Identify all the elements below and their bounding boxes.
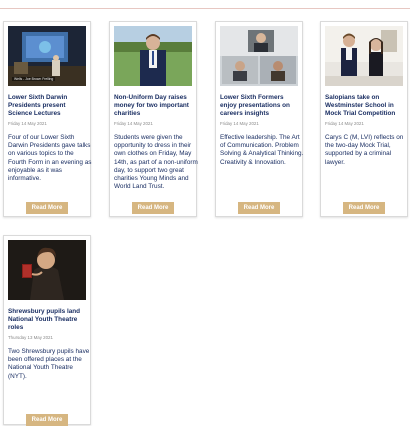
news-card[interactable]: Non-Uniform Day raises money for two imp… bbox=[109, 21, 198, 217]
news-thumbnail-non-uniform[interactable] bbox=[114, 26, 192, 86]
news-title[interactable]: Non-Uniform Day raises money for two imp… bbox=[114, 94, 196, 118]
news-card[interactable]: Shrewsbury pupils land National Youth Th… bbox=[3, 235, 91, 426]
news-date: Friday 14 May 2021 bbox=[325, 121, 364, 126]
news-thumbnail-mock-trial[interactable] bbox=[325, 26, 403, 86]
read-more-button[interactable]: Read More bbox=[132, 202, 174, 214]
news-date: Friday 14 May 2021 bbox=[114, 121, 153, 126]
read-more-button[interactable]: Read More bbox=[26, 202, 68, 214]
news-thumbnail-careers[interactable] bbox=[220, 26, 298, 86]
image-caption: Wells - Joe Brown Frelling bbox=[12, 77, 56, 81]
news-excerpt: Effective leadership. The Art of Communi… bbox=[220, 134, 304, 166]
read-more-button[interactable]: Read More bbox=[238, 202, 280, 214]
news-date: Friday 14 May 2021 bbox=[220, 121, 259, 126]
news-card[interactable]: Lower Sixth Formers enjoy presentations … bbox=[215, 21, 303, 217]
read-more-button[interactable]: Read More bbox=[26, 414, 68, 426]
top-divider bbox=[0, 8, 410, 9]
news-excerpt: Carys C (M, LVI) reflects on the two-day… bbox=[325, 134, 404, 166]
news-thumbnail-lecture[interactable]: Wells - Joe Brown Frelling bbox=[8, 26, 86, 86]
news-title[interactable]: Lower Sixth Formers enjoy presentations … bbox=[220, 94, 302, 118]
news-excerpt: Students were given the opportunity to d… bbox=[114, 134, 198, 191]
news-title[interactable]: Salopians take on Westminster School in … bbox=[325, 94, 407, 118]
news-excerpt: Four of our Lower Sixth Darwin President… bbox=[8, 134, 92, 183]
news-title[interactable]: Shrewsbury pupils land National Youth Th… bbox=[8, 308, 90, 332]
news-card[interactable]: Wells - Joe Brown Frelling Lower Sixth D… bbox=[3, 21, 91, 217]
news-thumbnail-theatre[interactable] bbox=[8, 240, 86, 300]
read-more-button[interactable]: Read More bbox=[343, 202, 385, 214]
news-date: Thursday 13 May 2021 bbox=[8, 335, 53, 340]
news-excerpt: Two Shrewsbury pupils have been offered … bbox=[8, 348, 90, 380]
news-card[interactable]: Salopians take on Westminster School in … bbox=[320, 21, 408, 217]
news-title[interactable]: Lower Sixth Darwin Presidents present Sc… bbox=[8, 94, 90, 118]
news-date: Friday 14 May 2021 bbox=[8, 121, 47, 126]
